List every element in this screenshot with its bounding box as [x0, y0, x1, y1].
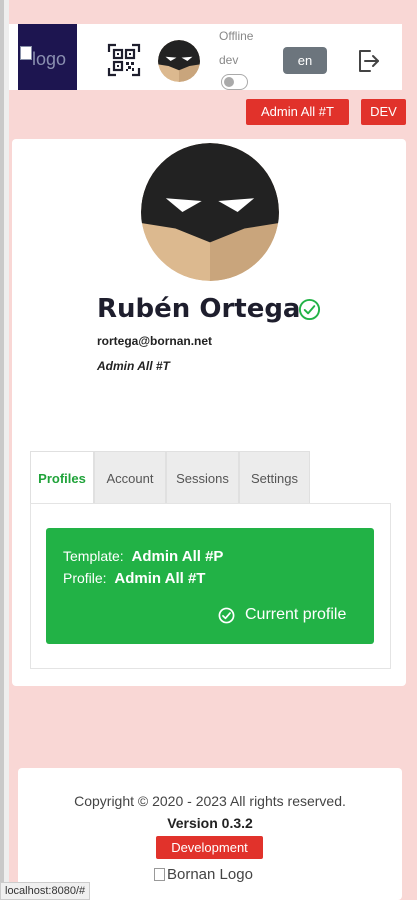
environment-badge: DEV — [361, 99, 406, 125]
user-avatar-large — [141, 143, 279, 281]
broken-image-icon — [20, 46, 32, 60]
environment-footer-badge: Development — [156, 836, 263, 859]
batman-avatar-icon — [141, 143, 279, 281]
batman-avatar-icon — [158, 40, 200, 82]
tab-sessions[interactable]: Sessions — [166, 451, 239, 504]
app-logo[interactable]: logo — [18, 24, 77, 90]
tab-profiles[interactable]: Profiles — [30, 451, 94, 504]
connection-status: Offline — [219, 29, 254, 43]
user-avatar-small[interactable] — [158, 40, 200, 82]
top-navbar: logo Offline dev en — [9, 24, 402, 90]
profile-label: Profile: — [63, 570, 107, 586]
verified-check-icon — [298, 298, 321, 321]
qr-code-icon[interactable] — [107, 43, 141, 77]
user-name: Rubén Ortega — [97, 294, 301, 324]
check-circle-icon — [218, 607, 235, 623]
version-text: Version 0.3.2 — [167, 815, 253, 831]
browser-edge-inner — [4, 0, 9, 900]
broken-image-icon — [154, 868, 165, 881]
template-value: Admin All #P — [131, 548, 224, 565]
dev-toggle[interactable] — [221, 74, 248, 90]
browser-status-url: localhost:8080/# — [0, 882, 91, 900]
profile-line: Profile: Admin All #T — [63, 570, 205, 587]
language-button[interactable]: en — [283, 47, 327, 74]
footer-logo: Bornan Logo — [154, 866, 253, 883]
dev-toggle-label: dev — [219, 53, 239, 67]
current-profile-label: Current profile — [245, 606, 347, 623]
user-role: Admin All #T — [97, 359, 170, 373]
logout-icon[interactable] — [356, 48, 382, 74]
user-email: rortega@bornan.net — [97, 334, 213, 348]
current-profile-box[interactable]: Template: Admin All #P Profile: Admin Al… — [46, 528, 374, 644]
footer-logo-alt: Bornan Logo — [167, 866, 253, 883]
template-line: Template: Admin All #P — [63, 548, 223, 565]
footer: Copyright © 2020 - 2023 All rights reser… — [18, 768, 402, 900]
profile-value: Admin All #T — [114, 570, 206, 587]
template-label: Template: — [63, 548, 124, 564]
copyright-text: Copyright © 2020 - 2023 All rights reser… — [74, 793, 346, 809]
tab-settings[interactable]: Settings — [239, 451, 310, 504]
profile-badge: Admin All #T — [246, 99, 349, 125]
current-profile-indicator: Current profile — [218, 606, 346, 624]
tab-account[interactable]: Account — [94, 451, 166, 504]
logo-alt-text: logo — [32, 49, 67, 69]
